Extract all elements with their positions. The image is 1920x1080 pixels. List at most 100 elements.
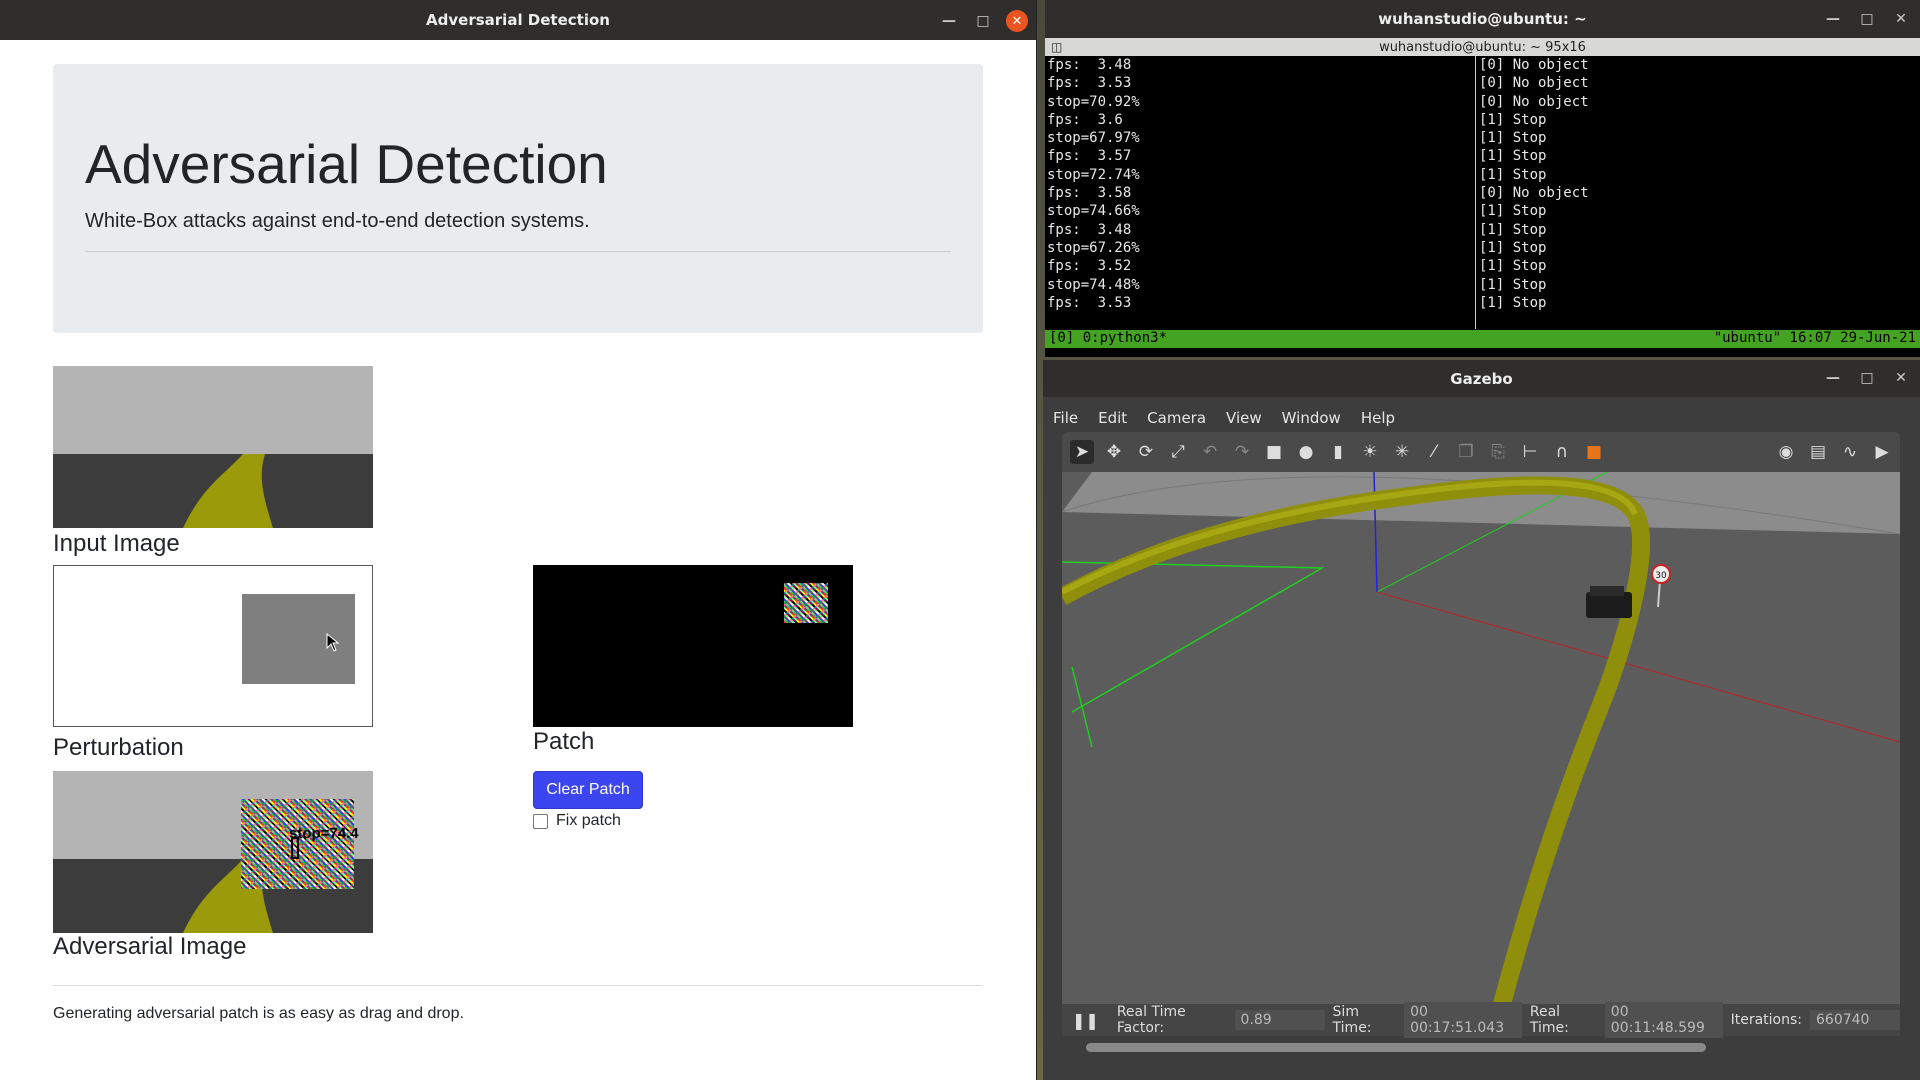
iterations-label: Iterations: <box>1730 1012 1802 1028</box>
right-line: [1] Stop <box>1479 294 1547 311</box>
maximize-icon[interactable]: □ <box>1856 367 1878 389</box>
horizontal-scrollbar[interactable] <box>1086 1043 1706 1052</box>
input-image <box>53 366 373 528</box>
adversarial-image-caption: Adversarial Image <box>53 933 247 960</box>
log-icon[interactable]: ▤ <box>1806 440 1830 464</box>
clear-patch-button[interactable]: Clear Patch <box>533 771 643 809</box>
scale-icon[interactable]: ⤢ <box>1166 440 1190 464</box>
input-image-caption: Input Image <box>53 530 180 557</box>
menu-file[interactable]: File <box>1053 409 1078 427</box>
gazebo-titlebar: Gazebo — □ ✕ <box>1043 360 1920 397</box>
terminal-pane-left[interactable]: fps: 3.48 fps: 3.53 stop=70.92% fps: 3.6 sto… <box>1047 56 1467 312</box>
left-line: fps: 3.48 <box>1047 221 1132 238</box>
stop-sign-label: 30 <box>1655 571 1667 581</box>
undo-icon[interactable]: ↶ <box>1198 440 1222 464</box>
select-arrow-icon[interactable]: ➤ <box>1070 440 1094 464</box>
close-icon[interactable]: ✕ <box>1890 8 1912 30</box>
stop-sign-model[interactable]: 30 <box>1651 564 1671 608</box>
browser-window: Adversarial Detection — □ ✕ Adversarial … <box>0 0 1037 1080</box>
minimize-icon[interactable]: — <box>1822 8 1844 30</box>
footer-divider <box>53 985 983 986</box>
terminal-titlebar: wuhanstudio@ubuntu: ~ — □ ✕ <box>1045 0 1920 38</box>
right-line: [1] Stop <box>1479 203 1547 220</box>
menu-window[interactable]: Window <box>1282 409 1341 427</box>
terminal-output[interactable]: fps: 3.48 fps: 3.53 stop=70.92% fps: 3.6 sto… <box>1045 56 1920 329</box>
gazebo-3d-viewport[interactable]: 30 <box>1062 472 1900 1004</box>
real-time-label: Real Time: <box>1529 1004 1569 1036</box>
left-line: fps: 3.58 <box>1047 185 1132 202</box>
menu-camera[interactable]: Camera <box>1147 409 1206 427</box>
pause-icon[interactable]: ❚❚ <box>1072 1011 1099 1030</box>
right-line: [1] Stop <box>1479 221 1547 238</box>
right-line: [0] No object <box>1479 93 1589 110</box>
new-tab-icon[interactable]: ◫ <box>1051 40 1062 54</box>
minimize-icon[interactable]: — <box>938 10 960 32</box>
paste-icon[interactable]: ⎘ <box>1486 440 1510 464</box>
directional-light-icon[interactable]: ⁄ <box>1422 440 1446 464</box>
right-line: [1] Stop <box>1479 148 1547 165</box>
maximize-icon[interactable]: □ <box>1856 8 1878 30</box>
fix-patch-checkbox[interactable]: Fix patch <box>533 812 621 830</box>
left-line: fps: 3.48 <box>1047 57 1132 73</box>
adversarial-image: stop=74.4 <box>53 771 373 933</box>
right-line: [1] Stop <box>1479 276 1547 293</box>
terminal-pane-right[interactable]: [0] No object [0] No object [0] No object[… <box>1479 56 1589 312</box>
left-line: fps: 3.52 <box>1047 258 1132 275</box>
jumbotron: Adversarial Detection White-Box attacks … <box>53 64 983 333</box>
box-shape-icon[interactable]: ■ <box>1262 440 1286 464</box>
page-title: Adversarial Detection <box>85 133 608 195</box>
tmux-window-list: [0] 0:python3* <box>1049 330 1168 346</box>
right-line: [0] No object <box>1479 185 1589 202</box>
right-line: [1] Stop <box>1479 258 1547 275</box>
translate-icon[interactable]: ✥ <box>1102 440 1126 464</box>
close-icon[interactable]: ✕ <box>1890 367 1912 389</box>
right-line: [0] No object <box>1479 57 1589 73</box>
gazebo-toolbar: ➤ ✥ ⟳ ⤢ ↶ ↷ ■ ● ▮ ☀ ✳ ⁄ ❐ ⎘ ⊢ ∩ ■ ◉ ▤ ∿ … <box>1062 432 1900 472</box>
rotate-icon[interactable]: ⟳ <box>1134 440 1158 464</box>
left-line: stop=70.92% <box>1047 93 1140 110</box>
pane-divider <box>1475 56 1476 329</box>
browser-titlebar: Adversarial Detection — □ ✕ <box>0 0 1036 40</box>
left-line: stop=74.66% <box>1047 203 1140 220</box>
copy-icon[interactable]: ❐ <box>1454 440 1478 464</box>
right-line: [1] Stop <box>1479 166 1547 183</box>
snap-icon[interactable]: ∩ <box>1550 440 1574 464</box>
rtf-label: Real Time Factor: <box>1116 1004 1186 1036</box>
perturbation-caption: Perturbation <box>53 734 184 761</box>
right-line: [0] No object <box>1479 75 1589 92</box>
point-light-icon[interactable]: ☀ <box>1358 440 1382 464</box>
gazebo-window: Gazebo — □ ✕ File Edit Camera View Windo… <box>1043 360 1920 1080</box>
tmux-status-bar: [0] 0:python3* "ubuntu" 16:07 29-Jun-21 <box>1045 330 1920 348</box>
right-line: [1] Stop <box>1479 239 1547 256</box>
terminal-tab-bar: ◫ wuhanstudio@ubuntu: ~ 95x16 <box>1045 38 1920 56</box>
left-line: fps: 3.6 <box>1047 111 1123 128</box>
menu-help[interactable]: Help <box>1361 409 1395 427</box>
align-icon[interactable]: ⊢ <box>1518 440 1542 464</box>
cylinder-shape-icon[interactable]: ▮ <box>1326 440 1350 464</box>
video-record-icon[interactable]: ▶ <box>1870 440 1894 464</box>
maximize-icon[interactable]: □ <box>972 10 994 32</box>
minimize-icon[interactable]: — <box>1822 367 1844 389</box>
screenshot-icon[interactable]: ◉ <box>1774 440 1798 464</box>
terminal-window: wuhanstudio@ubuntu: ~ — □ ✕ ◫ wuhanstudi… <box>1045 0 1920 357</box>
redo-icon[interactable]: ↷ <box>1230 440 1254 464</box>
robot-model[interactable] <box>1586 586 1632 618</box>
view-angle-icon[interactable]: ■ <box>1582 440 1606 464</box>
left-line: stop=67.26% <box>1047 239 1140 256</box>
jumbotron-divider <box>85 251 951 252</box>
left-line: stop=67.97% <box>1047 130 1140 147</box>
sphere-shape-icon[interactable]: ● <box>1294 440 1318 464</box>
perturbation-canvas[interactable] <box>53 565 373 727</box>
close-icon[interactable]: ✕ <box>1006 10 1028 32</box>
right-line: [1] Stop <box>1479 130 1547 147</box>
menu-view[interactable]: View <box>1226 409 1262 427</box>
spot-light-icon[interactable]: ✳ <box>1390 440 1414 464</box>
menu-edit[interactable]: Edit <box>1098 409 1127 427</box>
terminal-subtitle: wuhanstudio@ubuntu: ~ 95x16 <box>1379 39 1586 55</box>
gazebo-status-bar: ❚❚ Real Time Factor: 0.89 Sim Time: 00 0… <box>1062 1002 1900 1038</box>
rtf-value: 0.89 <box>1234 1010 1325 1030</box>
plot-icon[interactable]: ∿ <box>1838 440 1862 464</box>
checkbox-box[interactable] <box>533 813 548 829</box>
iterations-value: 660740 <box>1810 1010 1900 1030</box>
gazebo-window-title: Gazebo <box>1450 369 1513 388</box>
